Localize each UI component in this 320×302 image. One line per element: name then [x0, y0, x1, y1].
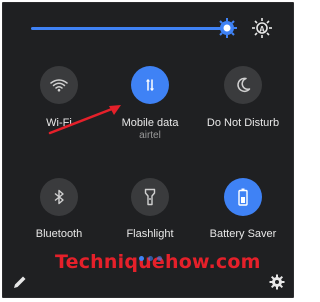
do-not-disturb-label: Do Not Disturb — [206, 117, 280, 129]
flashlight-label: Flashlight — [126, 228, 174, 240]
mobile-data-icon — [146, 79, 154, 91]
flashlight-tile[interactable] — [131, 178, 169, 216]
brightness-slider-track[interactable] — [31, 27, 227, 30]
quick-settings-panel: A Wi-Fi Mobile data airtel Do Not Distur… — [2, 2, 294, 298]
brightness-auto-icon[interactable]: A — [251, 17, 273, 39]
battery-saver-label: Battery Saver — [209, 228, 277, 240]
moon-icon — [237, 77, 251, 93]
gear-icon[interactable] — [269, 274, 285, 290]
wifi-tile[interactable] — [40, 66, 78, 104]
bluetooth-label: Bluetooth — [35, 228, 83, 240]
battery-saver-icon — [238, 188, 248, 206]
annotation-arrow — [48, 105, 121, 135]
page-dot — [148, 256, 153, 261]
bluetooth-tile[interactable] — [40, 178, 78, 216]
flashlight-icon — [144, 188, 156, 206]
wifi-icon — [50, 79, 68, 92]
edit-icon[interactable] — [12, 274, 28, 290]
do-not-disturb-tile[interactable] — [224, 66, 262, 104]
bluetooth-icon — [54, 189, 64, 205]
svg-text:A: A — [259, 25, 265, 34]
page-dot-active — [139, 256, 144, 261]
brightness-slider-thumb[interactable] — [217, 18, 237, 38]
page-dot — [157, 256, 162, 261]
watermark-text: Techniquehow.com — [55, 251, 261, 273]
battery-saver-tile[interactable] — [224, 178, 262, 216]
mobile-data-tile[interactable] — [131, 66, 169, 104]
